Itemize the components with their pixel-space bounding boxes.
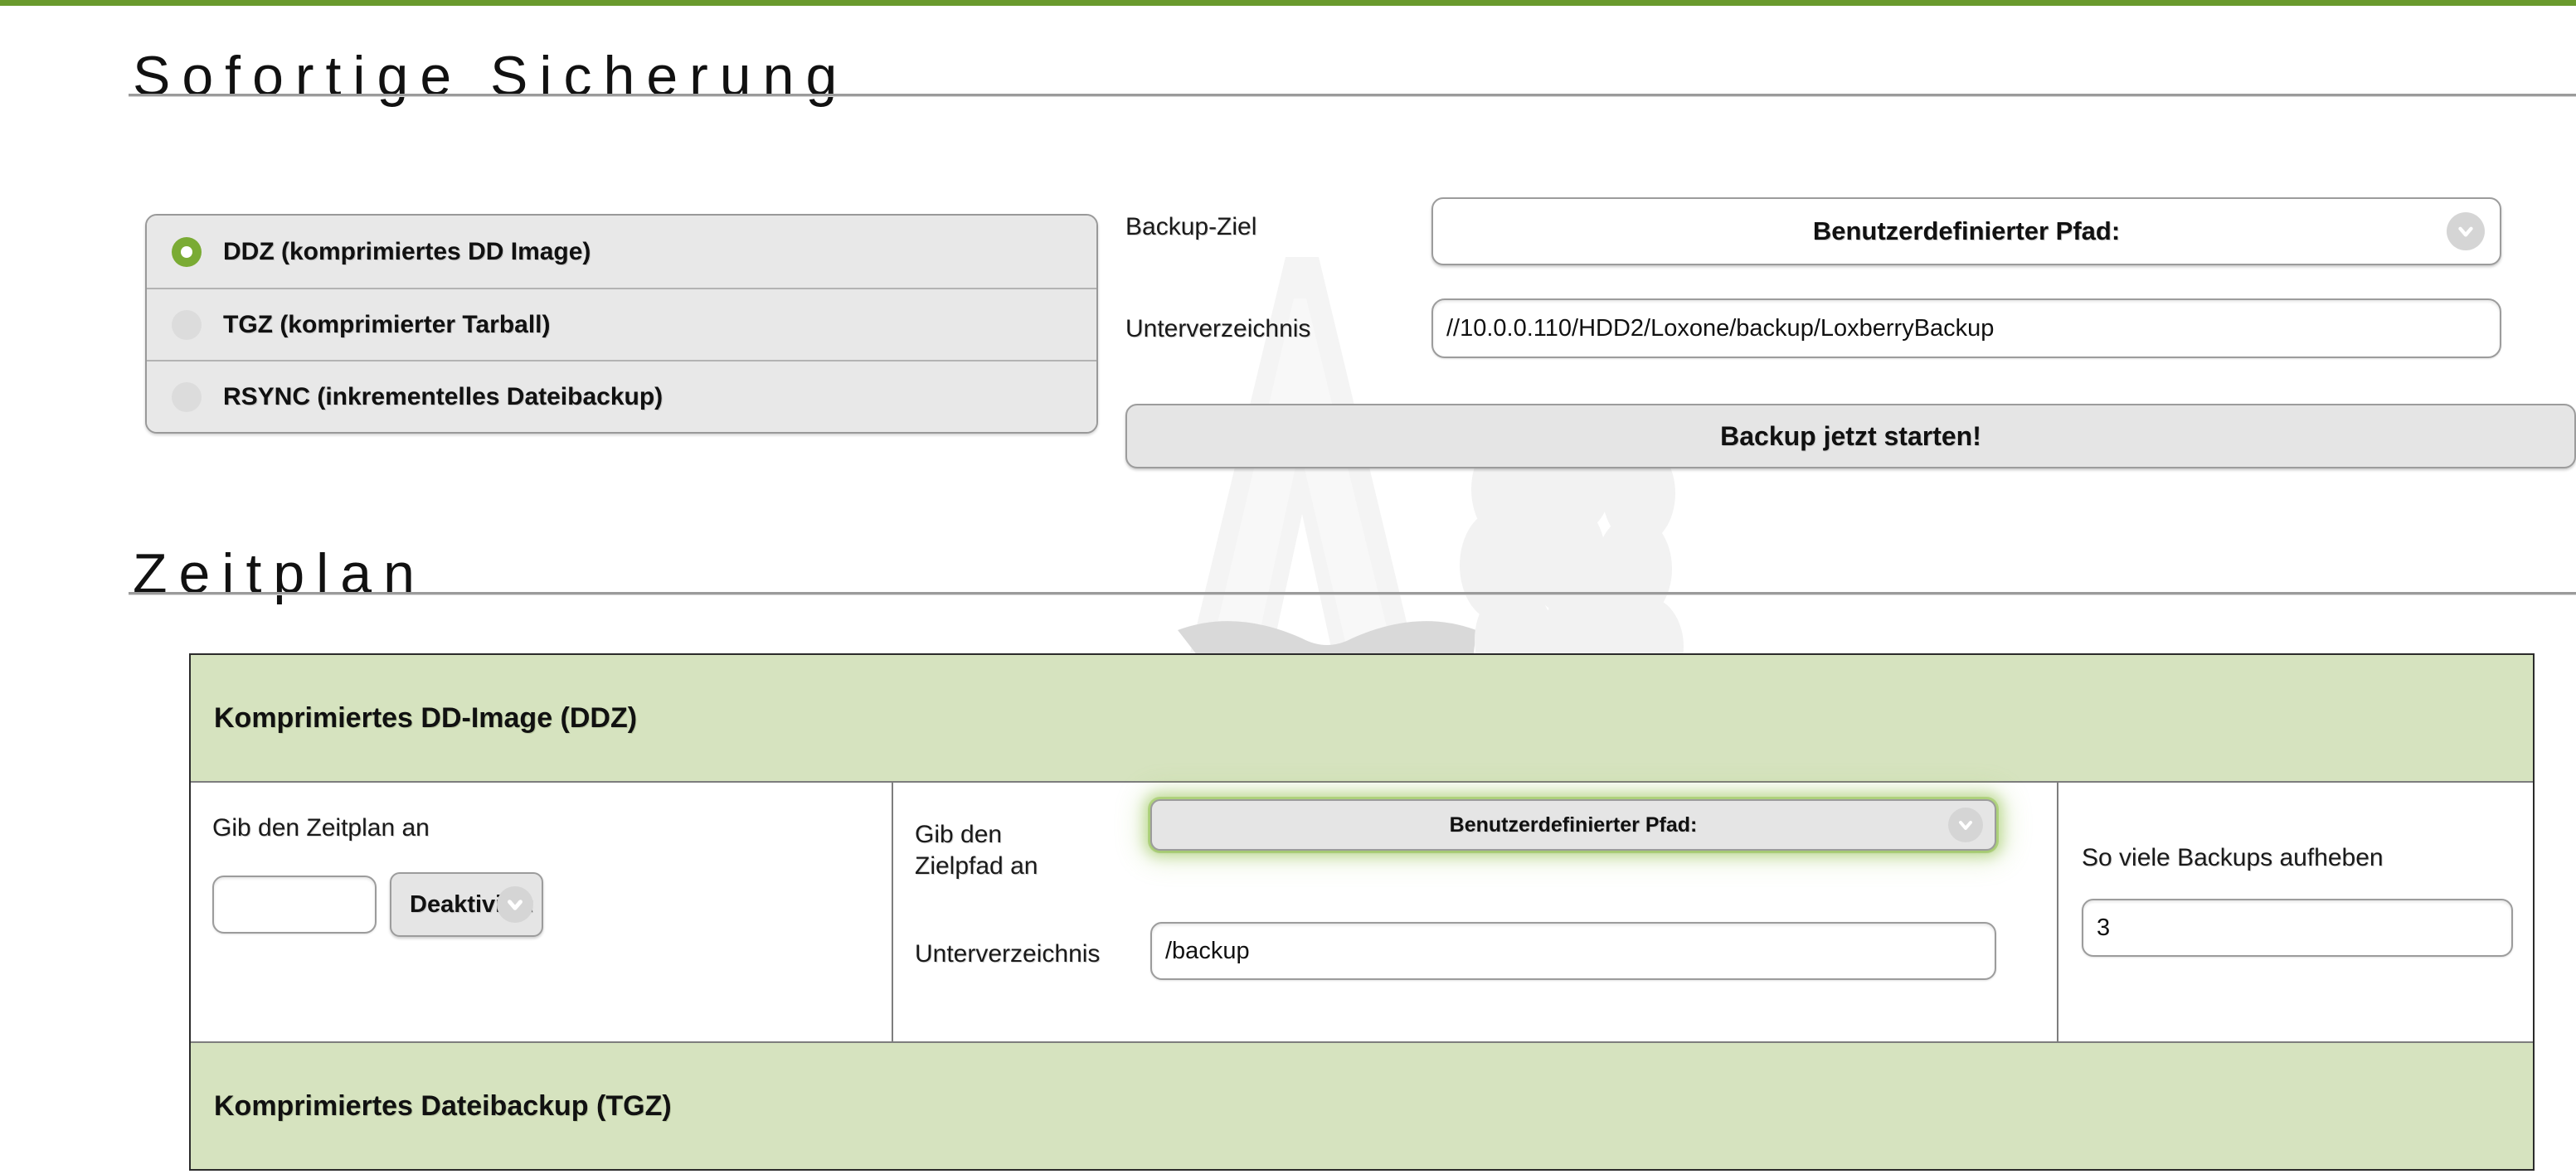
radio-dot-icon: [172, 309, 202, 340]
schedule-retention-input[interactable]: 3: [2082, 899, 2513, 957]
schedule-panel-header-ddz: Komprimiertes DD-Image (DDZ): [191, 655, 2533, 781]
schedule-interval-input[interactable]: [212, 876, 377, 934]
schedule-subdirectory-label: Unterverzeichnis: [915, 940, 1101, 968]
backup-target-select[interactable]: Benutzerdefinierter Pfad:: [1431, 197, 2501, 265]
radio-option-ddz[interactable]: DDZ (komprimiertes DD Image): [147, 216, 1096, 288]
schedule-targetpath-select-value: Benutzerdefinierter Pfad:: [1449, 813, 1698, 837]
schedule-cell-retention: So viele Backups aufheben 3: [2058, 783, 2531, 1041]
title-divider-immediate: [129, 94, 2576, 97]
radio-option-tgz[interactable]: TGZ (komprimierter Tarball): [147, 288, 1096, 360]
radio-option-rsync-label: RSYNC (inkrementelles Dateibackup): [223, 382, 663, 410]
schedule-panel-title-tgz: Komprimiertes Dateibackup (TGZ): [214, 1089, 672, 1122]
schedule-table: Komprimiertes DD-Image (DDZ) Gib den Zei…: [189, 653, 2535, 1171]
radio-option-tgz-label: TGZ (komprimierter Tarball): [223, 310, 551, 338]
radio-dot-icon: [172, 381, 202, 412]
schedule-cell-targetpath: Gib den Zielpfad an Benutzerdefinierter …: [893, 783, 2058, 1041]
schedule-mode-select[interactable]: Deaktiviert: [390, 872, 543, 937]
schedule-panel-header-tgz: Komprimiertes Dateibackup (TGZ): [191, 1043, 2533, 1169]
chevron-down-icon: [2447, 212, 2485, 250]
radio-dot-selected-icon: [172, 236, 202, 267]
subdirectory-label: Unterverzeichnis: [1125, 315, 1311, 342]
radio-option-rsync[interactable]: RSYNC (inkrementelles Dateibackup): [147, 360, 1096, 432]
schedule-panel-body-ddz: Gib den Zeitplan an Deaktiviert Gib den …: [191, 781, 2533, 1043]
chevron-down-icon: [1948, 808, 1983, 842]
chevron-down-icon: [497, 886, 533, 923]
radio-option-ddz-label: DDZ (komprimiertes DD Image): [223, 237, 591, 265]
subdirectory-input[interactable]: //10.0.0.110/HDD2/Loxone/backup/Loxberry…: [1431, 298, 2501, 358]
schedule-cell-interval: Gib den Zeitplan an Deaktiviert: [191, 783, 893, 1041]
schedule-targetpath-select[interactable]: Benutzerdefinierter Pfad:: [1150, 799, 1996, 851]
schedule-interval-label: Gib den Zeitplan an: [212, 814, 430, 842]
backup-target-label: Backup-Ziel: [1125, 213, 1257, 240]
start-backup-button[interactable]: Backup jetzt starten!: [1125, 404, 2576, 468]
title-divider-schedule: [129, 592, 2576, 595]
schedule-targetpath-label: Gib den Zielpfad an: [915, 821, 1038, 880]
schedule-retention-label: So viele Backups aufheben: [2082, 844, 2384, 871]
schedule-panel-title-ddz: Komprimiertes DD-Image (DDZ): [214, 701, 638, 734]
backup-type-radio-group[interactable]: DDZ (komprimiertes DD Image) TGZ (kompri…: [145, 214, 1098, 434]
top-accent-bar: [0, 0, 2576, 6]
backup-target-select-value: Benutzerdefinierter Pfad:: [1812, 216, 2121, 245]
schedule-subdirectory-input[interactable]: /backup: [1150, 922, 1996, 980]
